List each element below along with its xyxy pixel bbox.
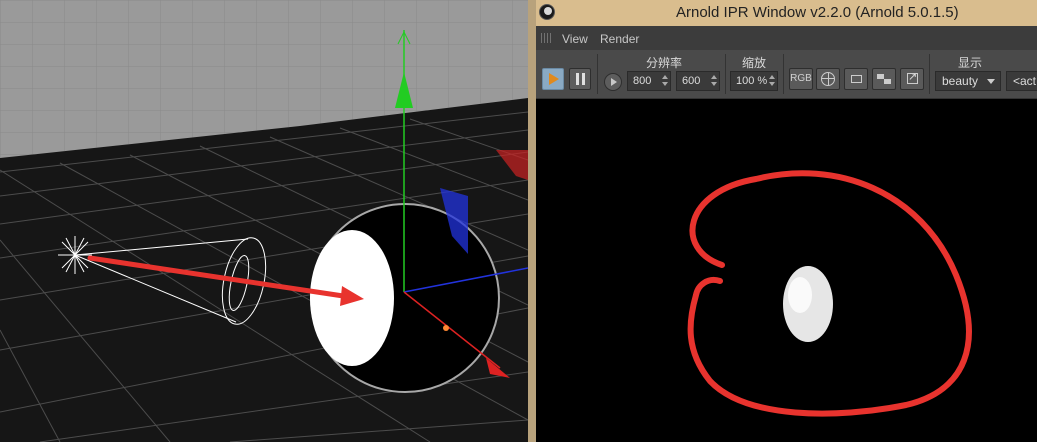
active-dropdown[interactable]: <act bbox=[1006, 71, 1037, 91]
compare-icon[interactable] bbox=[872, 68, 896, 90]
chevron-down-icon bbox=[987, 79, 995, 84]
resolution-height-input[interactable]: 600 bbox=[676, 71, 720, 91]
title-bar[interactable]: Arnold IPR Window v2.2.0 (Arnold 5.0.1.5… bbox=[536, 0, 1037, 26]
active-dropdown-value: <act bbox=[1013, 74, 1037, 88]
resolution-preset-icon[interactable] bbox=[604, 73, 622, 91]
pause-button[interactable] bbox=[569, 68, 591, 90]
resolution-width-value: 800 bbox=[633, 75, 652, 87]
spinner-arrows-icon[interactable] bbox=[711, 75, 717, 87]
export-icon[interactable] bbox=[900, 67, 924, 90]
3d-viewport[interactable] bbox=[0, 0, 528, 442]
menu-render[interactable]: Render bbox=[600, 32, 639, 46]
resolution-height-value: 600 bbox=[682, 75, 701, 87]
menu-view[interactable]: View bbox=[562, 32, 588, 46]
cinema4d-icon bbox=[539, 4, 555, 20]
rgb-button[interactable]: RGB bbox=[789, 68, 813, 90]
menu-bar: View Render bbox=[536, 26, 1037, 50]
viewport-canvas[interactable] bbox=[0, 0, 528, 442]
play-button[interactable] bbox=[542, 68, 564, 90]
aov-dropdown[interactable]: beauty bbox=[935, 71, 1001, 91]
globe-icon[interactable] bbox=[816, 68, 840, 90]
spinner-arrows-icon[interactable] bbox=[769, 75, 775, 87]
grip-icon[interactable] bbox=[541, 33, 551, 43]
aov-value: beauty bbox=[942, 74, 979, 88]
arnold-ipr-window[interactable]: Arnold IPR Window v2.2.0 (Arnold 5.0.1.5… bbox=[536, 0, 1037, 442]
toolbar: 分辨率 800 600 缩放 100 % RGB 显示 beauty <act bbox=[536, 50, 1037, 99]
resolution-label: 分辨率 bbox=[646, 56, 683, 70]
render-view[interactable] bbox=[536, 99, 1037, 442]
spinner-arrows-icon[interactable] bbox=[662, 75, 668, 87]
region-icon[interactable] bbox=[844, 68, 868, 90]
window-border bbox=[528, 0, 536, 442]
resolution-width-input[interactable]: 800 bbox=[627, 71, 671, 91]
display-label: 显示 bbox=[958, 56, 983, 70]
zoom-input[interactable]: 100 % bbox=[730, 71, 778, 91]
zoom-label: 缩放 bbox=[742, 56, 767, 70]
zoom-value: 100 % bbox=[736, 75, 768, 87]
window-title: Arnold IPR Window v2.2.0 (Arnold 5.0.1.5… bbox=[676, 4, 959, 21]
